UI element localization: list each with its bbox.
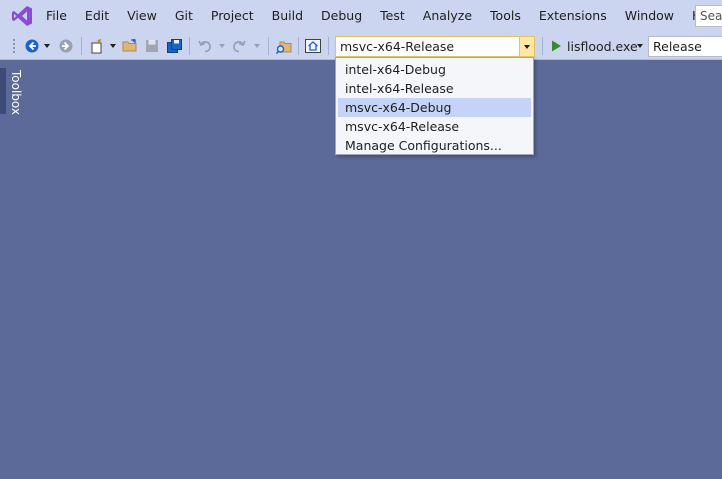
search-input[interactable]: Sear bbox=[695, 5, 722, 27]
open-folder-icon[interactable] bbox=[122, 32, 138, 60]
find-in-files-icon[interactable] bbox=[275, 32, 292, 60]
visual-studio-window: File Edit View Git Project Build Debug T… bbox=[0, 0, 722, 479]
redo-icon[interactable] bbox=[231, 32, 247, 60]
configuration-dropdown-list: intel-x64-Debug intel-x64-Release msvc-x… bbox=[335, 57, 534, 155]
toolbar-separator bbox=[189, 37, 190, 55]
menu-file[interactable]: File bbox=[37, 0, 76, 32]
menu-edit[interactable]: Edit bbox=[76, 0, 118, 32]
menu-test[interactable]: Test bbox=[371, 0, 414, 32]
dropdown-item-manage-configurations[interactable]: Manage Configurations... bbox=[338, 136, 531, 155]
menu-build[interactable]: Build bbox=[263, 0, 312, 32]
dropdown-item-msvc-x64-release[interactable]: msvc-x64-Release bbox=[338, 117, 531, 136]
toolbox-tab-marker bbox=[0, 68, 6, 114]
save-all-icon[interactable] bbox=[166, 32, 182, 60]
toolbar-separator bbox=[81, 37, 82, 55]
run-icon bbox=[552, 40, 561, 52]
menu-project[interactable]: Project bbox=[202, 0, 263, 32]
dropdown-item-intel-x64-debug[interactable]: intel-x64-Debug bbox=[338, 60, 531, 79]
solution-configuration-value: msvc-x64-Release bbox=[340, 39, 455, 54]
forward-icon[interactable] bbox=[58, 32, 74, 60]
menu-tools[interactable]: Tools bbox=[481, 0, 530, 32]
toolbar-separator bbox=[298, 37, 299, 55]
back-icon[interactable] bbox=[24, 32, 40, 60]
menu-window[interactable]: Window bbox=[616, 0, 683, 32]
toolbox-tab[interactable]: Toolbox bbox=[0, 68, 23, 115]
toolbar-separator bbox=[268, 37, 269, 55]
platform-combo[interactable]: Release bbox=[648, 36, 722, 57]
chevron-down-icon[interactable] bbox=[519, 37, 534, 56]
new-project-dropdown-arrow-icon[interactable] bbox=[109, 32, 117, 60]
new-project-icon[interactable] bbox=[88, 32, 104, 60]
menu-analyze[interactable]: Analyze bbox=[414, 0, 481, 32]
menu-view[interactable]: View bbox=[118, 0, 166, 32]
dropdown-item-msvc-x64-debug[interactable]: msvc-x64-Debug bbox=[338, 98, 531, 117]
solution-configuration-combo[interactable]: msvc-x64-Release bbox=[335, 36, 535, 57]
save-icon[interactable] bbox=[144, 32, 160, 60]
toolbar-separator bbox=[328, 37, 329, 55]
menu-debug[interactable]: Debug bbox=[312, 0, 371, 32]
menu-git[interactable]: Git bbox=[166, 0, 202, 32]
startup-item-label: lisflood.exe bbox=[567, 38, 638, 54]
visual-studio-logo-icon[interactable] bbox=[11, 5, 33, 27]
start-debugging-button[interactable]: lisflood.exe bbox=[551, 32, 638, 60]
menu-bar: File Edit View Git Project Build Debug T… bbox=[0, 0, 722, 32]
dropdown-item-intel-x64-release[interactable]: intel-x64-Release bbox=[338, 79, 531, 98]
toolbox-label: Toolbox bbox=[9, 70, 23, 115]
redo-dropdown-arrow-icon[interactable] bbox=[253, 32, 261, 60]
toolbar-separator bbox=[542, 37, 543, 55]
back-dropdown-arrow-icon[interactable] bbox=[43, 32, 51, 60]
home-icon[interactable] bbox=[304, 32, 321, 60]
undo-dropdown-arrow-icon[interactable] bbox=[218, 32, 226, 60]
menu-extensions[interactable]: Extensions bbox=[530, 0, 616, 32]
toolbar-grip[interactable] bbox=[12, 38, 16, 54]
undo-icon[interactable] bbox=[197, 32, 213, 60]
